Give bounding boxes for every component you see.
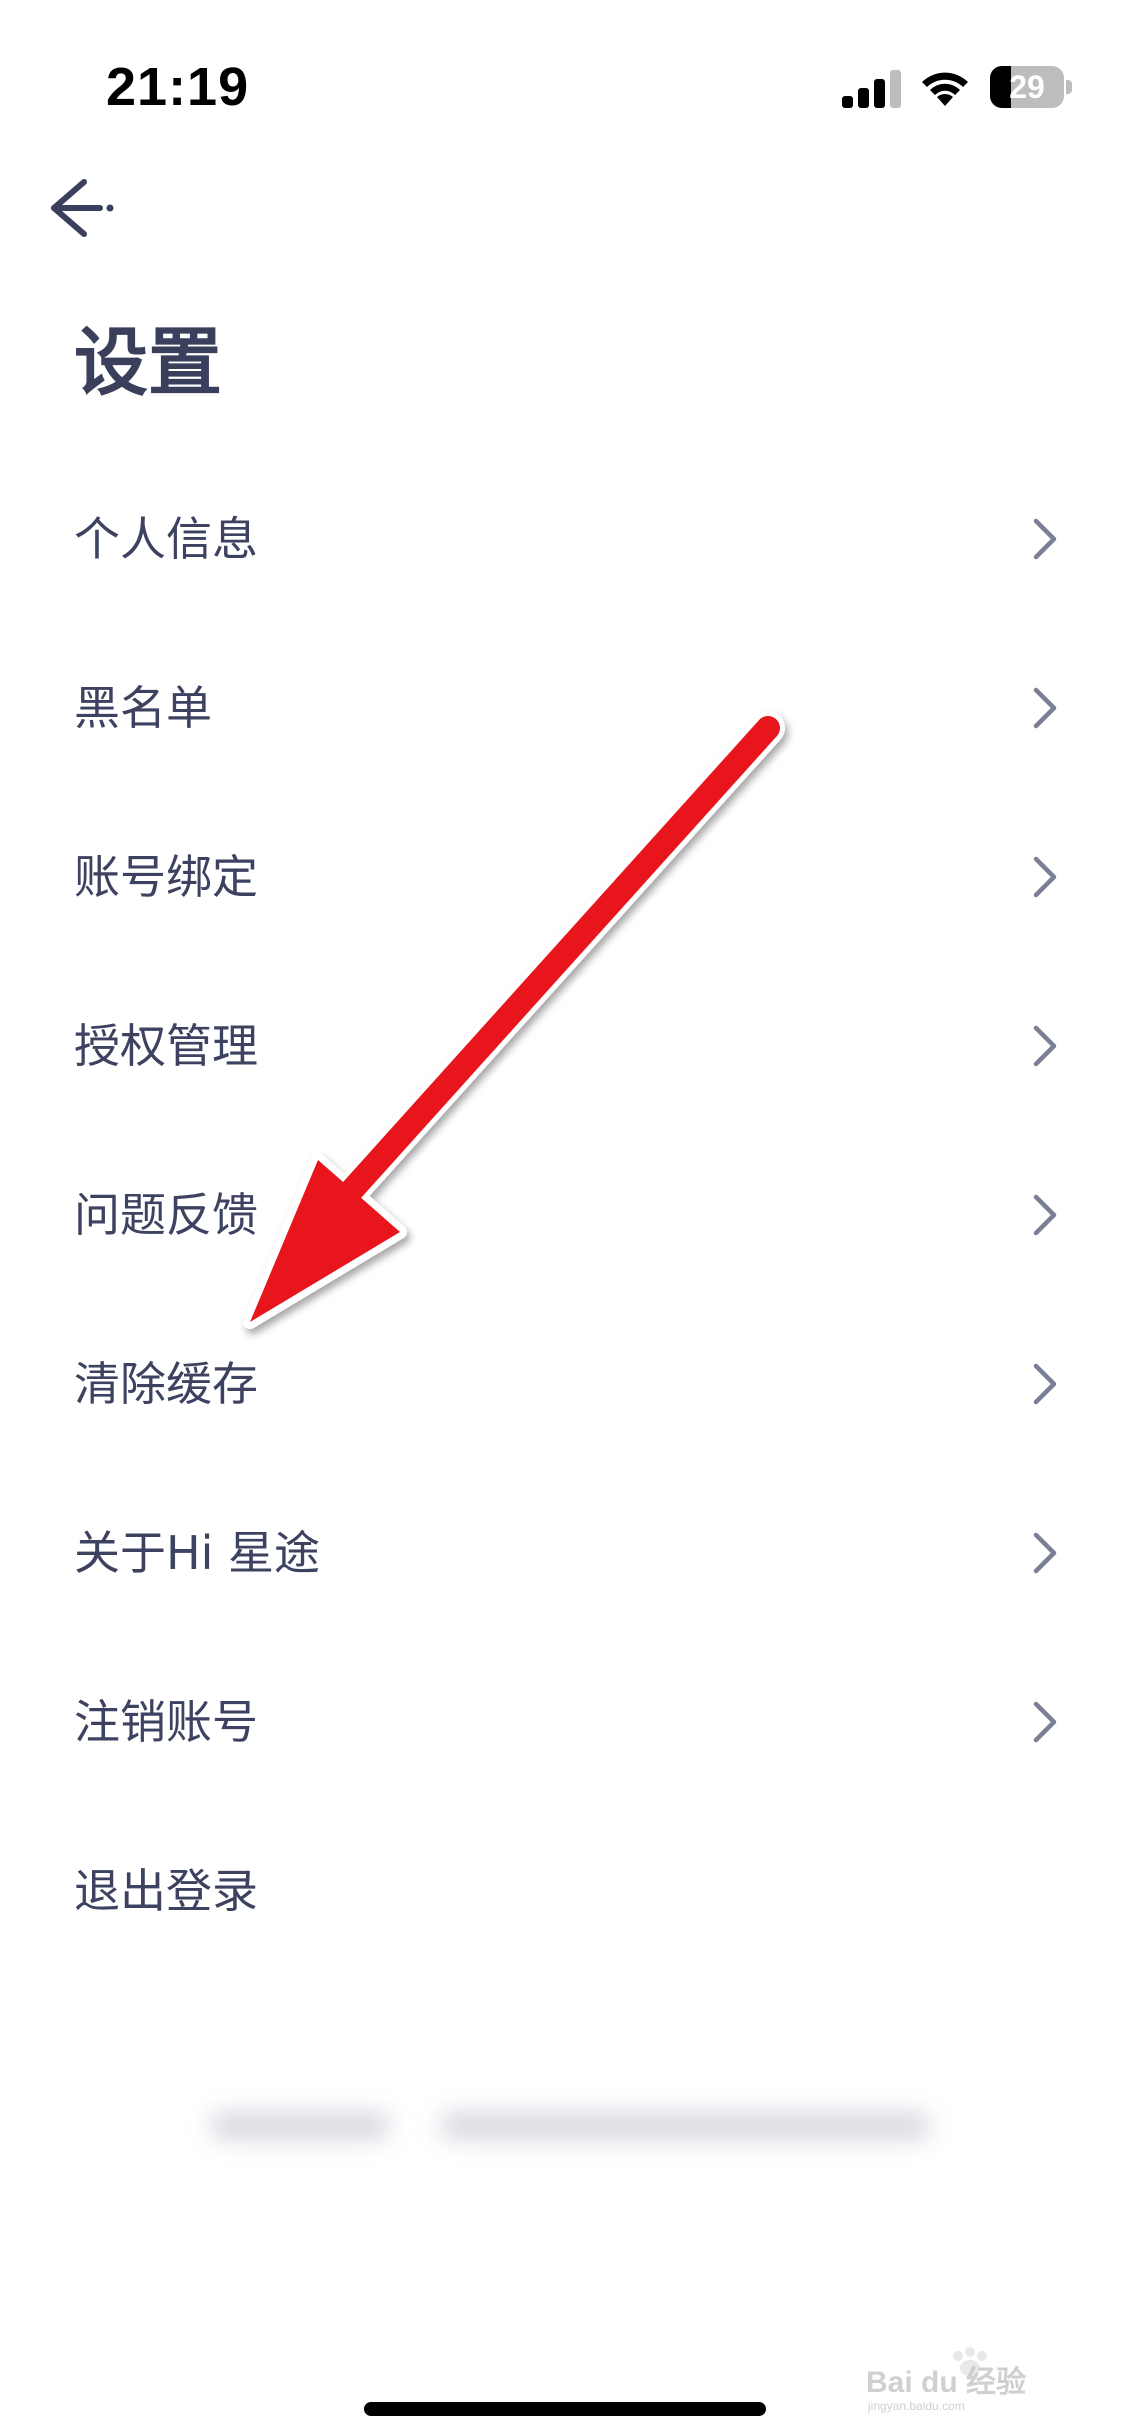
home-indicator[interactable] [364, 2402, 766, 2416]
baidu-watermark-logo: Bai du 经验 jingyan.baidu.com [866, 2347, 1026, 2413]
blurred-footer-text [210, 2095, 930, 2155]
annotation-arrow [243, 711, 785, 1329]
watermark-subtext: jingyan.baidu.com [867, 2399, 965, 2413]
watermark-text: Bai du 经验 [866, 2365, 1026, 2399]
